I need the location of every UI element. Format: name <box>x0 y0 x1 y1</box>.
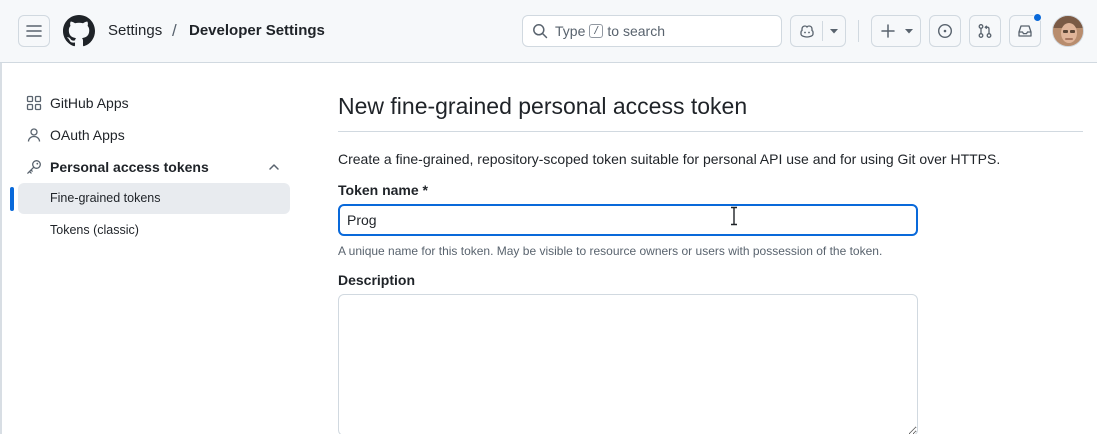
github-logo-icon[interactable] <box>63 15 95 47</box>
page-description: Create a fine-grained, repository-scoped… <box>338 151 1001 167</box>
breadcrumb-separator: / <box>172 21 177 40</box>
plus-icon <box>881 24 895 38</box>
sidebar-subitem-label: Fine-grained tokens <box>50 191 161 205</box>
search-input[interactable]: Type / to search <box>522 15 782 47</box>
create-new-button[interactable] <box>871 15 921 47</box>
copilot-button-group[interactable] <box>790 15 846 47</box>
sidebar-item-oauth-apps[interactable]: OAuth Apps <box>18 119 290 151</box>
breadcrumb-settings[interactable]: Settings <box>108 22 162 40</box>
title-divider <box>338 131 1083 132</box>
search-icon <box>533 24 548 39</box>
window-left-edge <box>0 63 2 434</box>
search-placeholder-suffix: to search <box>607 23 665 39</box>
avatar-image <box>1053 16 1083 46</box>
sidebar-subitem-fine-grained-tokens[interactable]: Fine-grained tokens <box>18 183 290 214</box>
search-shortcut-key: / <box>589 24 604 38</box>
search-placeholder-prefix: Type <box>555 23 586 39</box>
copilot-icon <box>800 25 814 38</box>
notification-indicator <box>1033 13 1042 22</box>
sidebar-item-label: Personal access tokens <box>50 159 209 175</box>
token-name-hint: A unique name for this token. May be vis… <box>338 244 883 258</box>
pull-requests-button[interactable] <box>969 15 1001 47</box>
inbox-icon <box>1018 25 1032 37</box>
description-textarea[interactable] <box>338 294 918 434</box>
user-avatar[interactable] <box>1052 15 1084 47</box>
chevron-up-icon[interactable] <box>268 161 280 173</box>
sidebar-item-github-apps[interactable]: GitHub Apps <box>18 87 290 119</box>
header-divider <box>858 20 859 42</box>
apps-grid-icon <box>26 95 42 111</box>
global-header: Settings / Developer Settings Type / to … <box>0 0 1097 63</box>
text-cursor-icon <box>731 206 737 226</box>
sidebar-subitem-tokens-classic[interactable]: Tokens (classic) <box>18 215 290 246</box>
page-title: New fine-grained personal access token <box>338 93 748 119</box>
key-icon <box>27 160 41 174</box>
hamburger-icon <box>26 25 42 37</box>
issue-opened-icon <box>937 23 953 39</box>
caret-down-icon <box>905 29 913 34</box>
sidebar-item-personal-access-tokens[interactable]: Personal access tokens <box>18 151 290 183</box>
token-name-label: Token name * <box>338 182 428 198</box>
pull-request-icon <box>978 24 992 38</box>
hamburger-menu-button[interactable] <box>18 15 50 47</box>
sidebar-item-label: OAuth Apps <box>50 127 125 143</box>
breadcrumb-developer-settings[interactable]: Developer Settings <box>189 22 325 40</box>
description-label: Description <box>338 272 416 288</box>
caret-down-icon[interactable] <box>829 26 839 36</box>
active-item-indicator <box>10 187 14 211</box>
copilot-split-divider <box>822 21 823 41</box>
issues-button[interactable] <box>929 15 961 47</box>
token-name-input[interactable] <box>338 204 918 236</box>
person-icon <box>27 128 41 142</box>
sidebar-item-label: GitHub Apps <box>50 95 129 111</box>
sidebar-subitem-label: Tokens (classic) <box>50 223 139 237</box>
